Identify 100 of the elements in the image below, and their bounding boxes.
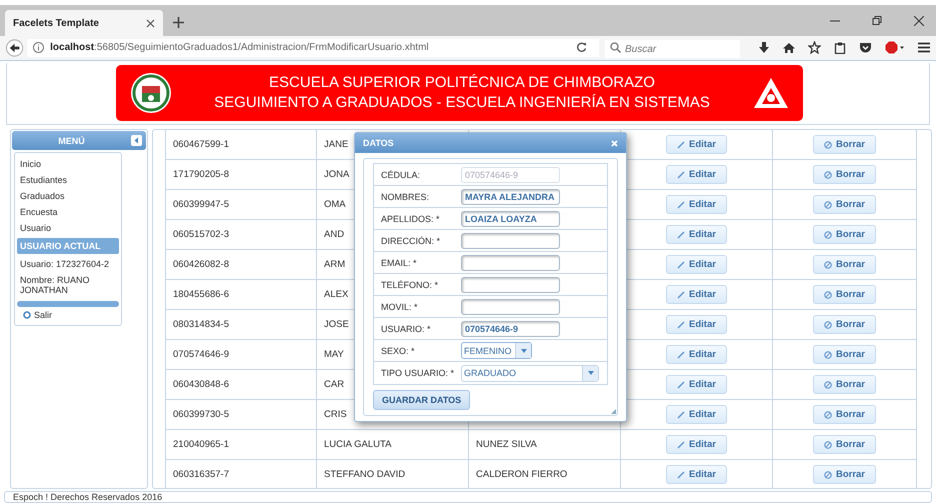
browser-tab[interactable]: Facelets Template	[5, 10, 163, 36]
table-cell: 060426082-8	[166, 250, 317, 279]
menu-item[interactable]: Inicio	[17, 156, 123, 172]
delete-button[interactable]: Borrar	[812, 435, 876, 454]
edit-button[interactable]: Editar	[666, 405, 727, 424]
ban-icon	[824, 230, 832, 238]
menu-item[interactable]: Estudiantes	[17, 172, 123, 188]
pocket-icon[interactable]	[859, 42, 872, 54]
star-icon[interactable]	[808, 41, 821, 54]
delete-button[interactable]: Borrar	[812, 375, 876, 394]
logout-link[interactable]: Salir	[34, 310, 52, 320]
back-icon[interactable]	[6, 38, 24, 57]
delete-button[interactable]: Borrar	[812, 195, 876, 214]
menu-item[interactable]: Encuesta	[17, 204, 123, 220]
edit-button[interactable]: Editar	[666, 345, 727, 364]
text-field[interactable]	[461, 232, 560, 248]
table-cell: 180455686-6	[166, 280, 317, 309]
ban-icon	[824, 470, 832, 478]
edit-button[interactable]: Editar	[666, 465, 727, 484]
emblem-icon	[130, 72, 172, 114]
restore-icon[interactable]	[872, 16, 882, 26]
download-icon[interactable]	[758, 42, 770, 54]
menu-item[interactable]: Graduados	[17, 188, 123, 204]
stop-sign-icon[interactable]	[885, 41, 905, 54]
delete-button[interactable]: Borrar	[812, 135, 876, 154]
table-cell: 060399947-5	[166, 190, 317, 219]
edit-button[interactable]: Editar	[666, 285, 727, 304]
address-field[interactable]: localhost:56805/SeguimientoGraduados1/Administracion/FrmModificarUsuario.xhtml	[27, 38, 599, 57]
menu-item[interactable]: Usuario	[17, 220, 123, 236]
edit-button[interactable]: Editar	[666, 225, 727, 244]
pencil-icon	[677, 320, 686, 328]
dropdown-field[interactable]: FEMENINO	[461, 342, 532, 359]
section-header: USUARIO ACTUAL	[17, 238, 119, 254]
ban-icon	[824, 380, 832, 388]
dialog-titlebar[interactable]: DATOS	[355, 133, 626, 153]
delete-button[interactable]: Borrar	[812, 165, 876, 184]
header-title: ESCUELA SUPERIOR POLITÉCNICA DE CHIMBORAZO	[269, 73, 655, 94]
delete-button[interactable]: Borrar	[812, 315, 876, 334]
close-icon[interactable]	[914, 16, 924, 26]
pencil-icon	[677, 290, 686, 298]
delete-button[interactable]: Borrar	[812, 345, 876, 364]
new-tab-icon[interactable]	[173, 17, 184, 28]
ban-icon	[824, 170, 832, 178]
ban-icon	[824, 440, 832, 448]
clipboard-icon[interactable]	[834, 42, 846, 54]
collapse-icon[interactable]	[131, 135, 142, 146]
pencil-icon	[677, 260, 686, 268]
dialog-title: DATOS	[363, 138, 394, 148]
dropdown-arrow-icon	[520, 348, 526, 352]
search-field[interactable]: Buscar	[605, 40, 740, 58]
dropdown-arrow-icon	[588, 371, 594, 375]
text-field[interactable]: MAYRA ALEJANDRA	[461, 188, 560, 204]
dropdown-field[interactable]: GRADUADO	[461, 364, 599, 382]
edit-button[interactable]: Editar	[666, 165, 727, 184]
user-name-text: Nombre: RUANO JONATHAN	[19, 274, 91, 297]
close-icon[interactable]	[146, 18, 155, 28]
edit-button[interactable]: Editar	[666, 195, 727, 214]
edit-button[interactable]: Editar	[666, 315, 727, 334]
reload-icon[interactable]	[576, 42, 587, 54]
text-field[interactable]	[461, 298, 560, 314]
ban-icon	[824, 140, 832, 148]
table-cell: 060430848-6	[166, 370, 317, 399]
table-cell: 060467599-1	[166, 130, 317, 159]
table-cell: 171790205-8	[166, 160, 317, 189]
menu-title: MENÚ	[57, 136, 86, 146]
field-label: CÉDULA:	[381, 170, 422, 180]
pencil-icon	[677, 470, 686, 478]
field-label: TIPO USUARIO: *	[381, 368, 456, 378]
edit-button[interactable]: Editar	[666, 135, 727, 154]
field-label: DIRECCIÓN: *	[381, 236, 442, 246]
save-button[interactable]: GUARDAR DATOS	[373, 390, 470, 410]
pencil-icon	[677, 230, 686, 238]
edit-button[interactable]: Editar	[666, 255, 727, 274]
delete-button[interactable]: Borrar	[812, 465, 876, 484]
field-label: NOMBRES:	[381, 192, 430, 202]
field-label: USUARIO: *	[381, 324, 432, 334]
table-cell: 080314834-5	[166, 310, 317, 339]
text-field[interactable]: LOAIZA LOAYZA	[461, 210, 560, 226]
edit-button[interactable]: Editar	[666, 435, 727, 454]
resize-grip-icon[interactable]	[611, 409, 616, 414]
text-field[interactable]	[461, 276, 560, 292]
delete-button[interactable]: Borrar	[812, 255, 876, 274]
edit-button[interactable]: Editar	[666, 375, 727, 394]
text-field[interactable]: 070574646-9	[461, 320, 560, 336]
delete-button[interactable]: Borrar	[812, 405, 876, 424]
table-cell: 210040965-1	[166, 430, 317, 459]
delete-button[interactable]: Borrar	[812, 285, 876, 304]
field-label: TELÉFONO: *	[381, 280, 440, 290]
field-label: SEXO: *	[381, 346, 416, 356]
table-cell: NUNEZ SILVA	[469, 430, 621, 459]
menu-icon[interactable]	[918, 42, 930, 54]
header-subtitle: SEGUIMIENTO A GRADUADOS - ESCUELA INGENIERÍA EN SISTEMAS	[214, 93, 710, 114]
circle-icon	[23, 311, 31, 319]
text-field[interactable]	[461, 254, 560, 270]
delete-button[interactable]: Borrar	[812, 225, 876, 244]
ban-icon	[824, 290, 832, 298]
pencil-icon	[677, 380, 686, 388]
ban-icon	[824, 200, 832, 208]
home-icon[interactable]	[783, 42, 795, 54]
pencil-icon	[677, 140, 686, 148]
